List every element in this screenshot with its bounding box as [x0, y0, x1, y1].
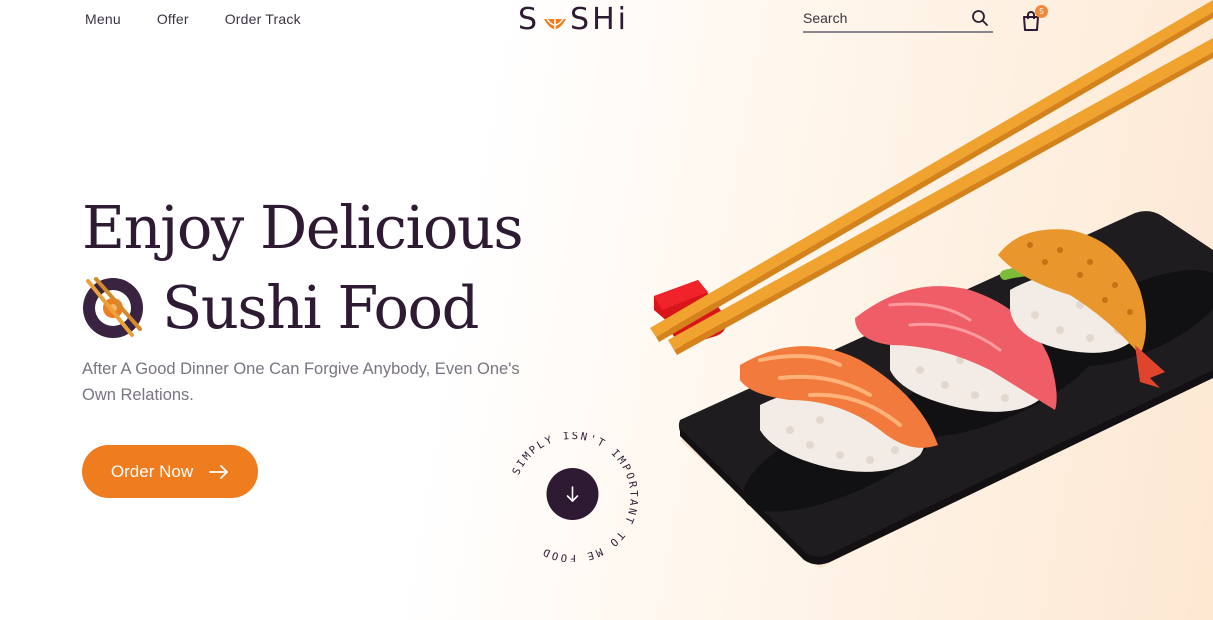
order-now-label: Order Now [110, 461, 194, 481]
hero-title: Enjoy Delicious Sushi Food [82, 188, 524, 348]
nav-menu[interactable]: Menu [85, 11, 121, 27]
hero-title-line2: Sushi Food [162, 273, 479, 342]
scroll-down-badge[interactable]: SIMPLY ISN'T IMPORTANT TO ME FOOD [500, 432, 645, 562]
sushi-illustration [650, 0, 1213, 568]
hero-subtitle: After A Good Dinner One Can Forgive Anyb… [82, 360, 520, 404]
arrow-right-icon [209, 464, 228, 479]
nav-order-track[interactable]: Order Track [225, 11, 301, 27]
logo-text-right: SHi [570, 2, 629, 37]
logo-text-left: S [518, 2, 541, 37]
logo[interactable]: S SHi [518, 2, 629, 37]
sushi-bowl-icon [544, 18, 567, 30]
sushi-roll-icon [83, 277, 143, 338]
nav-offer[interactable]: Offer [157, 11, 189, 27]
order-now-button[interactable]: Order Now [82, 445, 258, 498]
main-nav: Menu Offer Order Track [85, 11, 301, 27]
hero-title-line1: Enjoy Delicious [82, 193, 524, 262]
hero-title-line2-wrap: Sushi Food [82, 268, 522, 348]
